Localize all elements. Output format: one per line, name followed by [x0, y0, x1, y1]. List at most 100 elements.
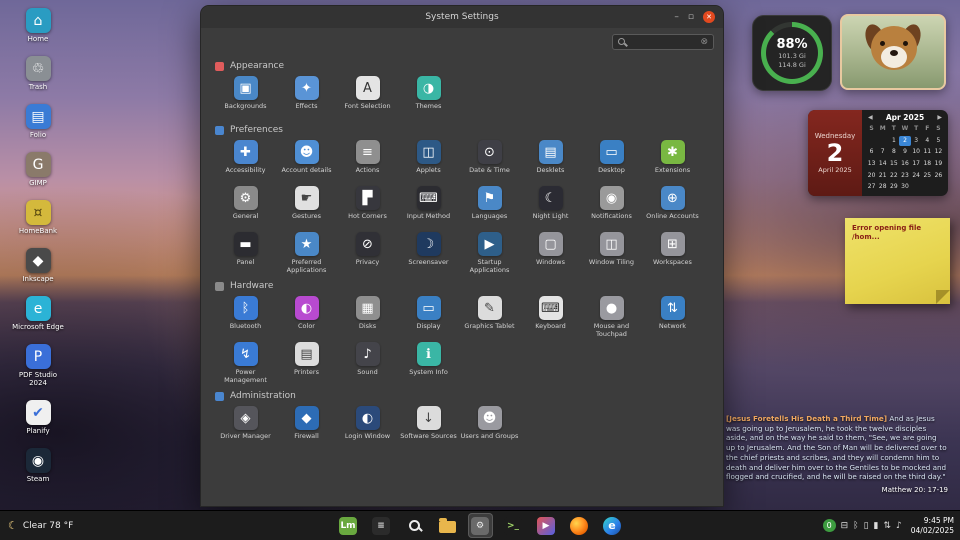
clear-search-icon[interactable]: ⊗ — [700, 37, 708, 47]
settings-item-panel[interactable]: ▬ Panel — [215, 232, 276, 272]
settings-item-network[interactable]: ⇅ Network — [642, 296, 703, 336]
settings-item-extensions[interactable]: ✱ Extensions — [642, 140, 703, 180]
calendar-day-2[interactable]: 2 — [899, 135, 911, 147]
settings-item-software-sources[interactable]: ↓ Software Sources — [398, 406, 459, 446]
calendar-day-27[interactable]: 27 — [866, 182, 877, 193]
desktop-icon-gimp[interactable]: G GIMP — [10, 152, 66, 187]
calendar-day-29[interactable]: 29 — [888, 182, 899, 193]
calendar-day-10[interactable]: 10 — [911, 147, 922, 158]
settings-item-hot-corners[interactable]: ▛ Hot Corners — [337, 186, 398, 226]
calendar-day-12[interactable]: 12 — [933, 147, 944, 158]
settings-item-keyboard[interactable]: ⌨ Keyboard — [520, 296, 581, 336]
calendar-day-1[interactable]: 1 — [888, 136, 899, 147]
calendar-day-22[interactable]: 22 — [888, 171, 899, 182]
battery-icon[interactable]: ▮ — [874, 521, 879, 531]
settings-item-backgrounds[interactable]: ▣ Backgrounds — [215, 76, 276, 116]
settings-item-driver-manager[interactable]: ◈ Driver Manager — [215, 406, 276, 446]
settings-item-notifications[interactable]: ◉ Notifications — [581, 186, 642, 226]
calendar-day-30[interactable]: 30 — [899, 182, 910, 193]
calendar-day-11[interactable]: 11 — [922, 147, 933, 158]
settings-item-disks[interactable]: ▦ Disks — [337, 296, 398, 336]
calendar-prev-button[interactable]: ◀ — [868, 114, 873, 121]
settings-item-power-management[interactable]: ↯ Power Management — [215, 342, 276, 384]
search-input[interactable] — [629, 37, 697, 46]
calendar-day-25[interactable]: 25 — [922, 171, 933, 182]
settings-item-startup-applications[interactable]: ▶ Startup Applications — [459, 232, 520, 274]
settings-item-date-time[interactable]: ⊙ Date & Time — [459, 140, 520, 180]
calendar-day-13[interactable]: 13 — [866, 159, 877, 170]
settings-item-window-tiling[interactable]: ◫ Window Tiling — [581, 232, 642, 272]
settings-item-preferred-applications[interactable]: ★ Preferred Applications — [276, 232, 337, 274]
settings-item-login-window[interactable]: ◐ Login Window — [337, 406, 398, 446]
settings-item-input-method[interactable]: ⌨ Input Method — [398, 186, 459, 226]
settings-item-graphics-tablet[interactable]: ✎ Graphics Tablet — [459, 296, 520, 336]
window-titlebar[interactable]: System Settings – ▫ ✕ — [201, 6, 723, 28]
settings-item-firewall[interactable]: ◆ Firewall — [276, 406, 337, 446]
edge-icon[interactable]: e — [600, 513, 625, 538]
settings-item-sound[interactable]: ♪ Sound — [337, 342, 398, 382]
calendar-day-21[interactable]: 21 — [877, 171, 888, 182]
calendar-day-20[interactable]: 20 — [866, 171, 877, 182]
settings-item-gestures[interactable]: ☛ Gestures — [276, 186, 337, 226]
firefox-icon[interactable] — [567, 513, 592, 538]
settings-item-display[interactable]: ▭ Display — [398, 296, 459, 336]
minimize-button[interactable]: – — [674, 12, 679, 22]
disk-usage-widget[interactable]: 88% 101.3 Gi 114.8 Gi — [752, 15, 832, 91]
desktop-icon-trash[interactable]: ♲ Trash — [10, 56, 66, 91]
sticky-note-widget[interactable]: Error opening file /hom... — [845, 218, 950, 304]
settings-item-themes[interactable]: ◑ Themes — [398, 76, 459, 116]
settings-item-workspaces[interactable]: ⊞ Workspaces — [642, 232, 703, 272]
calendar-day-18[interactable]: 18 — [922, 159, 933, 170]
settings-item-desklets[interactable]: ▤ Desklets — [520, 140, 581, 180]
search-box[interactable]: ⊗ — [612, 33, 714, 50]
settings-item-general[interactable]: ⚙ General — [215, 186, 276, 226]
calendar-day-9[interactable]: 9 — [899, 147, 910, 158]
calendar-day-3[interactable]: 3 — [911, 136, 922, 147]
calendar-day-19[interactable]: 19 — [933, 159, 944, 170]
settings-item-accessibility[interactable]: ✚ Accessibility — [215, 140, 276, 180]
calendar-day-8[interactable]: 8 — [888, 147, 899, 158]
settings-item-windows[interactable]: ▢ Windows — [520, 232, 581, 272]
weather-applet[interactable]: ☾ Clear 78 °F — [8, 519, 73, 532]
clock-applet[interactable]: 9:45 PM 04/02/2025 — [911, 516, 954, 536]
desktop-icon-home[interactable]: ⌂ Home — [10, 8, 66, 43]
settings-item-bluetooth[interactable]: ᛒ Bluetooth — [215, 296, 276, 336]
calendar-day-17[interactable]: 17 — [911, 159, 922, 170]
settings-item-color[interactable]: ◐ Color — [276, 296, 337, 336]
calendar-day-6[interactable]: 6 — [866, 147, 877, 158]
updates-badge[interactable]: 0 — [822, 519, 836, 532]
calendar-day-23[interactable]: 23 — [899, 171, 910, 182]
settings-item-printers[interactable]: ▤ Printers — [276, 342, 337, 382]
settings-item-applets[interactable]: ◫ Applets — [398, 140, 459, 180]
volume-icon[interactable]: ♪ — [896, 521, 902, 531]
calendar-day-26[interactable]: 26 — [933, 171, 944, 182]
search-icon[interactable] — [402, 513, 427, 538]
settings-item-system-info[interactable]: ℹ System Info — [398, 342, 459, 382]
system-settings-icon[interactable]: ⚙ — [467, 513, 493, 538]
settings-item-mouse-and-touchpad[interactable]: ● Mouse and Touchpad — [581, 296, 642, 338]
desktop-icon-homebank[interactable]: ¤ HomeBank — [10, 200, 66, 235]
media-app-icon[interactable]: ▶ — [534, 513, 559, 538]
settings-item-font-selection[interactable]: A Font Selection — [337, 76, 398, 116]
calendar-day-7[interactable]: 7 — [877, 147, 888, 158]
calendar-next-button[interactable]: ▶ — [937, 114, 942, 121]
settings-item-languages[interactable]: ⚑ Languages — [459, 186, 520, 226]
calendar-day-28[interactable]: 28 — [877, 182, 888, 193]
terminal-icon[interactable]: >_ — [501, 513, 526, 538]
phone-icon[interactable]: ▯ — [864, 521, 869, 531]
settings-item-night-light[interactable]: ☾ Night Light — [520, 186, 581, 226]
calendar-day-16[interactable]: 16 — [899, 159, 910, 170]
settings-item-privacy[interactable]: ⊘ Privacy — [337, 232, 398, 272]
settings-item-users-and-groups[interactable]: ☻ Users and Groups — [459, 406, 520, 446]
text-editor-icon[interactable]: ≡ — [369, 513, 394, 538]
mint-menu-icon[interactable]: Lm — [336, 513, 361, 538]
desktop-icon-inkscape[interactable]: ◆ Inkscape — [10, 248, 66, 283]
usb-icon[interactable]: ⊟ — [841, 521, 849, 531]
desktop-icon-microsoft-edge[interactable]: e Microsoft Edge — [10, 296, 66, 331]
settings-item-actions[interactable]: ≡ Actions — [337, 140, 398, 180]
bluetooth-icon[interactable]: ᛒ — [853, 521, 858, 531]
calendar-day-24[interactable]: 24 — [911, 171, 922, 182]
calendar-widget[interactable]: Wednesday 2 April 2025 ◀ Apr 2025 ▶ SMTW… — [808, 110, 948, 196]
settings-item-desktop[interactable]: ▭ Desktop — [581, 140, 642, 180]
settings-item-screensaver[interactable]: ☽ Screensaver — [398, 232, 459, 272]
